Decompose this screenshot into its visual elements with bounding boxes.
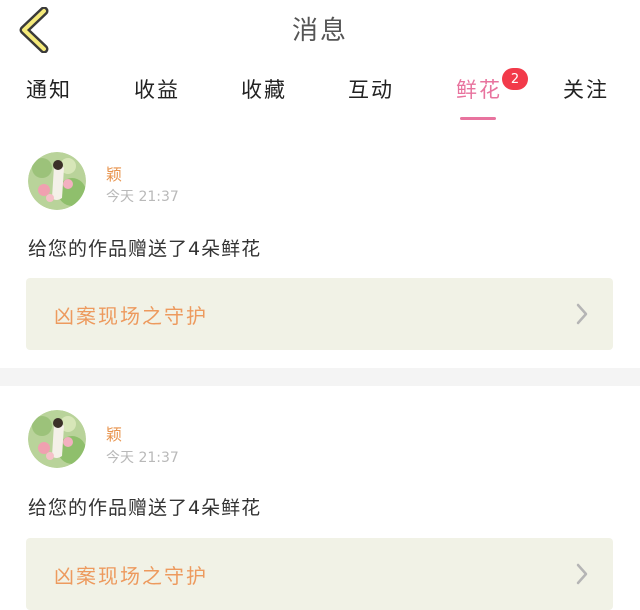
tab-label: 关注 [563, 78, 609, 102]
sender-name[interactable]: 颖 [106, 421, 122, 445]
tab-label: 鲜花 [456, 78, 502, 102]
message-item: 颖 今天 21:37 给您的作品赠送了4朵鲜花 凶案现场之守护 [0, 386, 640, 610]
active-tab-indicator [460, 117, 496, 120]
tab-label: 通知 [26, 78, 72, 102]
tab-bar: 通知 收益 收藏 互动 鲜花 2 关注 [0, 66, 640, 122]
tab-label: 互动 [348, 78, 394, 102]
sender-name[interactable]: 颖 [106, 161, 122, 185]
tab-label: 收藏 [241, 78, 287, 102]
message-item: 颖 今天 21:37 给您的作品赠送了4朵鲜花 凶案现场之守护 [0, 122, 640, 368]
work-link-card[interactable]: 凶案现场之守护 [26, 278, 613, 350]
work-title: 凶案现场之守护 [54, 564, 208, 588]
tab-income[interactable]: 收益 [134, 74, 180, 120]
message-time: 今天 21:37 [106, 189, 179, 205]
tab-interaction[interactable]: 互动 [348, 74, 394, 120]
message-time: 今天 21:37 [106, 450, 179, 466]
avatar-image [28, 410, 86, 468]
tab-notice[interactable]: 通知 [26, 74, 72, 120]
message-text: 给您的作品赠送了4朵鲜花 [28, 238, 262, 260]
chevron-right-icon [576, 303, 588, 325]
work-link-card[interactable]: 凶案现场之守护 [26, 538, 613, 610]
avatar-image [28, 152, 86, 210]
unread-badge: 2 [502, 68, 528, 90]
chevron-right-icon [576, 563, 588, 585]
page-title: 消息 [291, 16, 348, 46]
tab-flowers[interactable]: 鲜花 2 [456, 68, 528, 120]
avatar[interactable] [28, 410, 86, 468]
work-title: 凶案现场之守护 [54, 304, 208, 328]
section-divider [0, 368, 640, 386]
avatar[interactable] [28, 152, 86, 210]
header-bar: 消息 [0, 0, 640, 67]
message-text: 给您的作品赠送了4朵鲜花 [28, 497, 262, 519]
tab-label: 收益 [134, 78, 180, 102]
tab-favorites[interactable]: 收藏 [241, 74, 287, 120]
tab-follow[interactable]: 关注 [563, 74, 609, 120]
